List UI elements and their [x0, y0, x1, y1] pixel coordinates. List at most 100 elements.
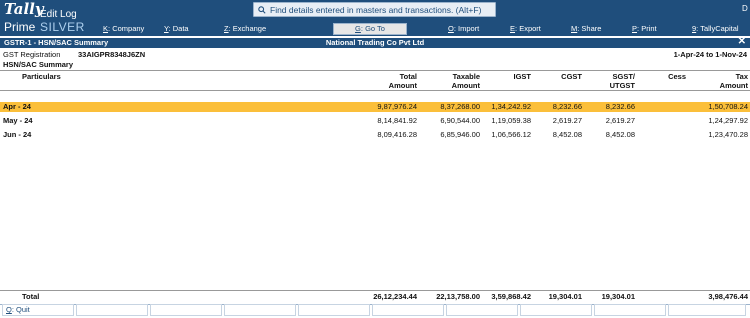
tally-logo: Tally	[4, 0, 44, 18]
col-igst: IGST	[513, 72, 531, 81]
prime-logo: Prime	[4, 20, 36, 34]
col-cess: Cess	[668, 72, 686, 81]
footer-slot[interactable]	[150, 304, 222, 316]
company-name: National Trading Co Pvt Ltd	[325, 38, 425, 47]
header-bottom-divider	[0, 90, 750, 91]
menu-export-label: Export	[519, 24, 541, 33]
table-row[interactable]: Jun - 24 8,09,416.28 6,85,946.00 1,06,56…	[0, 130, 750, 140]
top-right-marker: D	[742, 4, 748, 13]
menu-company[interactable]: K: Company	[103, 22, 144, 36]
col-taxable-amount-line1: Taxable	[452, 72, 480, 81]
total-row: Total 26,12,234.44 22,13,758.00 3,59,868…	[0, 292, 750, 302]
col-sgst: SGST/UTGST	[588, 72, 635, 90]
menu-company-key: K	[103, 24, 109, 33]
total-tax: 3,98,476.44	[708, 292, 748, 301]
row-tax: 1,23,470.28	[708, 130, 748, 139]
footer-slot[interactable]	[372, 304, 444, 316]
edition-label: SILVER	[40, 20, 85, 34]
menu-goto-label: Go To	[365, 24, 385, 33]
menu-exchange[interactable]: Z: Exchange	[224, 22, 266, 36]
total-cgst: 19,304.01	[548, 292, 582, 301]
col-total-amount-line1: Total	[399, 72, 417, 81]
col-sgst-line2: UTGST	[609, 81, 635, 90]
gst-registration-label: GST Registration	[3, 50, 61, 59]
menu-data-label: Data	[172, 24, 189, 33]
total-total: 26,12,234.44	[373, 292, 417, 301]
total-sgst: 19,304.01	[601, 292, 635, 301]
menu-tallycapital[interactable]: 9: TallyCapital	[692, 22, 739, 36]
row-cgst: 8,452.08	[552, 130, 582, 139]
row-total: 8,14,841.92	[377, 116, 417, 125]
footer-slot[interactable]	[446, 304, 518, 316]
menu-print-key: P	[632, 24, 638, 33]
menu-import[interactable]: O: Import	[448, 22, 479, 36]
menu-goto[interactable]: G: Go To	[333, 23, 407, 35]
menu-share-label: Share	[581, 24, 602, 33]
menu-company-label: Company	[112, 24, 145, 33]
total-label: Total	[22, 292, 40, 301]
total-taxable: 22,13,758.00	[436, 292, 480, 301]
row-period: Jun - 24	[3, 130, 32, 139]
report-title-bar: GSTR-1 - HSN/SAC Summary National Tradin…	[0, 37, 750, 48]
table-row[interactable]: Apr - 24 9,87,976.24 8,37,268.00 1,34,24…	[0, 102, 750, 112]
row-taxable: 8,37,268.00	[440, 102, 480, 111]
menu-tallycapital-label: TallyCapital	[700, 24, 739, 33]
menu-exchange-key: Z	[224, 24, 229, 33]
menu-import-key: O	[448, 24, 454, 33]
row-cgst: 8,232.66	[552, 102, 582, 111]
footer-slot[interactable]	[668, 304, 746, 316]
row-period: May - 24	[3, 116, 33, 125]
row-sgst: 8,232.66	[605, 102, 635, 111]
menu-exchange-label: Exchange	[232, 24, 267, 33]
menu-goto-key: G	[355, 24, 361, 33]
quit-button[interactable]: Q: Quit	[2, 304, 74, 316]
footer-slot[interactable]	[594, 304, 666, 316]
row-sgst: 8,452.08	[605, 130, 635, 139]
menu-tallycapital-key: 9	[692, 24, 697, 33]
row-period: Apr - 24	[3, 102, 31, 111]
menu-import-label: Import	[458, 24, 480, 33]
menu-print[interactable]: P: Print	[632, 22, 657, 36]
quit-label: Quit	[16, 305, 30, 314]
col-tax-amount-line1: Tax	[735, 72, 748, 81]
menu-share[interactable]: M: Share	[571, 22, 601, 36]
total-divider	[0, 290, 750, 291]
menu-export[interactable]: E: Export	[510, 22, 541, 36]
section-title: HSN/SAC Summary	[3, 60, 74, 69]
row-total: 8,09,416.28	[377, 130, 417, 139]
row-tax: 1,24,297.92	[708, 116, 748, 125]
col-tax-amount: Tax Amount	[690, 72, 748, 90]
row-igst: 1,06,566.12	[491, 130, 531, 139]
menu-data[interactable]: Y: Data	[164, 22, 189, 36]
footer-slot[interactable]	[520, 304, 592, 316]
col-taxable-amount: Taxable Amount	[423, 72, 480, 90]
close-icon[interactable]: ✕	[738, 37, 746, 47]
total-igst: 3,59,868.42	[491, 292, 531, 301]
row-sgst: 2,619.27	[605, 116, 635, 125]
header-top-divider	[0, 70, 750, 71]
col-cgst: CGST	[561, 72, 582, 81]
report-period[interactable]: 1-Apr-24 to 1-Nov-24	[674, 50, 747, 59]
search-placeholder: Find details entered in masters and tran…	[270, 4, 482, 15]
search-icon	[258, 5, 266, 14]
col-total-amount: Total Amount	[360, 72, 417, 90]
row-cgst: 2,619.27	[552, 116, 582, 125]
gst-registration-value: 33AIGPR8348J6ZN	[78, 50, 146, 59]
search-input[interactable]: Find details entered in masters and tran…	[253, 2, 496, 17]
menu-print-label: Print	[641, 24, 657, 33]
col-total-amount-line2: Amount	[388, 81, 417, 90]
col-sgst-line1: SGST/	[612, 72, 635, 81]
row-total: 9,87,976.24	[377, 102, 417, 111]
table-row[interactable]: May - 24 8,14,841.92 6,90,544.00 1,19,05…	[0, 116, 750, 126]
row-taxable: 6,85,946.00	[440, 130, 480, 139]
row-igst: 1,34,242.92	[491, 102, 531, 111]
quit-key: Q	[6, 305, 12, 314]
footer-slot[interactable]	[76, 304, 148, 316]
menu-share-key: M	[571, 24, 578, 33]
footer-slot[interactable]	[224, 304, 296, 316]
row-igst: 1,19,059.38	[491, 116, 531, 125]
footer-slot[interactable]	[298, 304, 370, 316]
row-taxable: 6,90,544.00	[440, 116, 480, 125]
menu-export-key: E	[510, 24, 516, 33]
row-tax: 1,50,708.24	[708, 102, 748, 111]
